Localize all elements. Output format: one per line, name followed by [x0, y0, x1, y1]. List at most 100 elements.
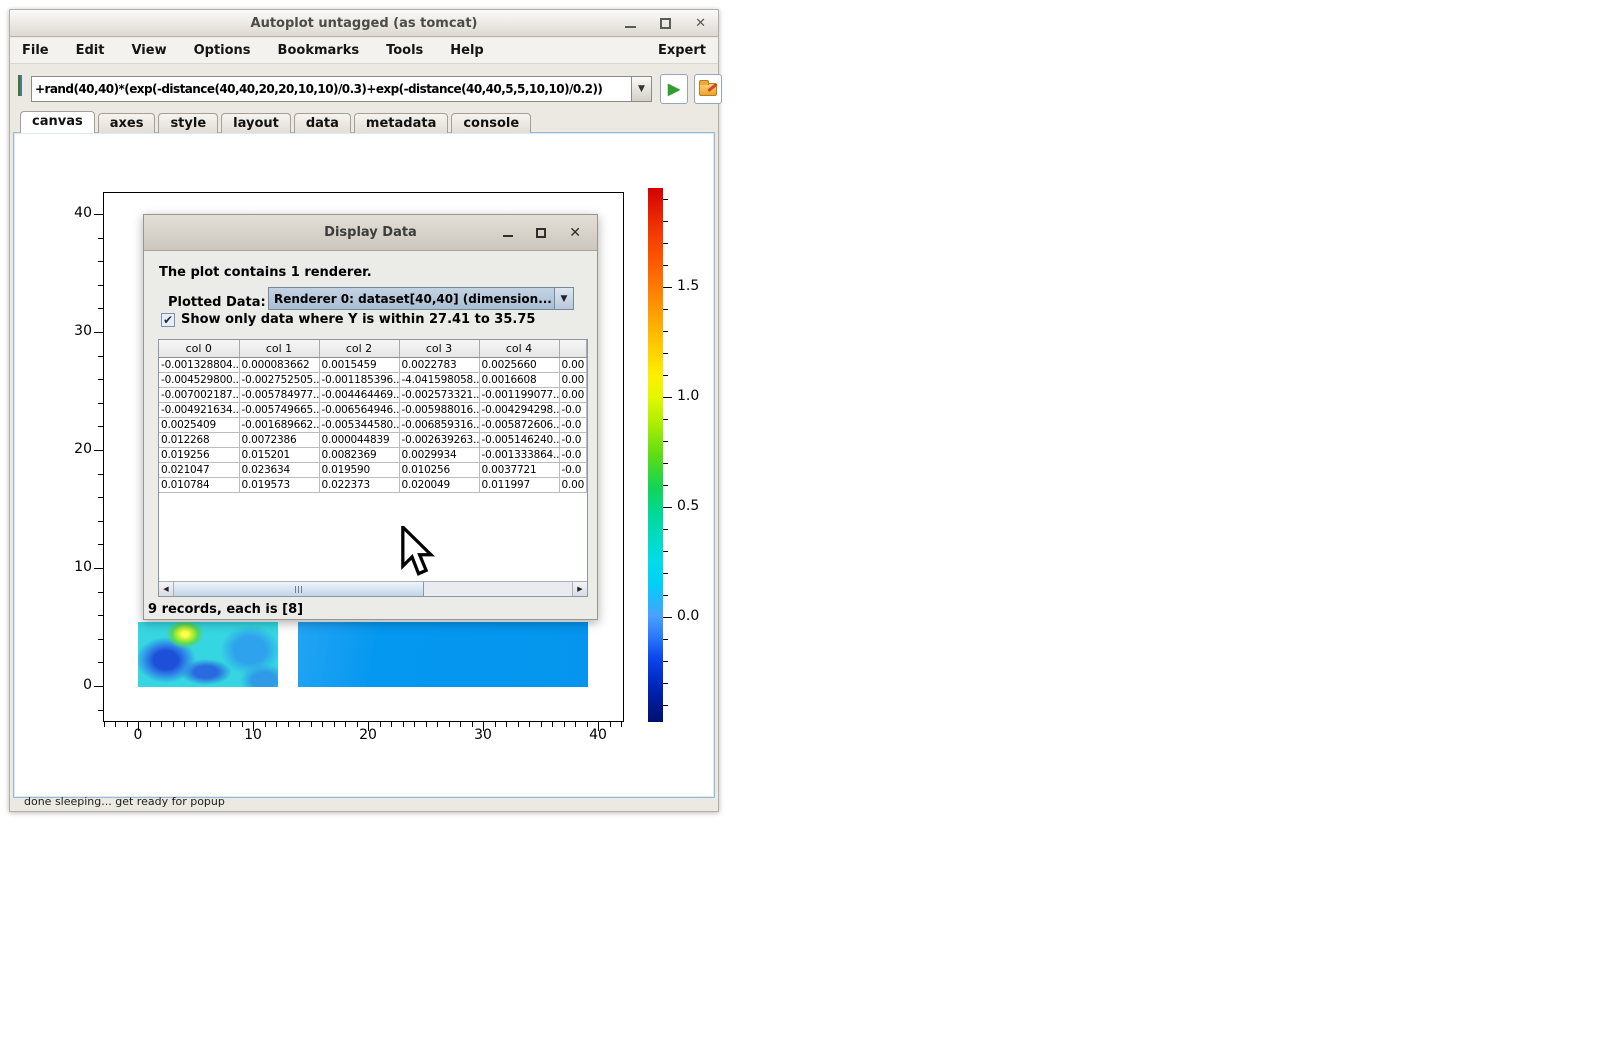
- filter-checkbox[interactable]: ✔: [161, 313, 175, 327]
- table-cell[interactable]: 0.0016608: [479, 372, 559, 387]
- table-cell[interactable]: 0.011997: [479, 477, 559, 492]
- uri-input[interactable]: [31, 76, 632, 102]
- table-row[interactable]: -0.004529800...-0.002752505...-0.0011853…: [159, 372, 587, 387]
- table-row[interactable]: 0.0122680.00723860.000044839-0.002639263…: [159, 432, 587, 447]
- menu-file[interactable]: File: [22, 43, 49, 58]
- heatmap-region-right[interactable]: [298, 622, 588, 687]
- table-cell[interactable]: 0.0082369: [319, 447, 399, 462]
- table-cell[interactable]: -0.004464469...: [319, 387, 399, 402]
- table-cell[interactable]: 0.010256: [399, 462, 479, 477]
- data-table-viewport[interactable]: col 0col 1col 2col 3col 4 -0.001328804..…: [159, 340, 587, 581]
- table-cell[interactable]: -0.002639263...: [399, 432, 479, 447]
- title-bar[interactable]: Autoplot untagged (as tomcat) ✕: [10, 10, 718, 37]
- table-cell[interactable]: 0.00: [559, 387, 587, 402]
- table-cell[interactable]: -0.004294298...: [479, 402, 559, 417]
- table-row[interactable]: -0.001328804...0.0000836620.00154590.002…: [159, 357, 587, 372]
- scroll-left-button[interactable]: ◀: [159, 582, 174, 596]
- plotted-data-select[interactable]: Renderer 0: dataset[40,40] (dimension...…: [268, 287, 574, 310]
- menu-bookmarks[interactable]: Bookmarks: [278, 43, 360, 58]
- tab-metadata[interactable]: metadata: [354, 113, 448, 133]
- heatmap-region-left[interactable]: [138, 622, 278, 687]
- table-cell[interactable]: -0.005146240...: [479, 432, 559, 447]
- table-cell[interactable]: 0.0072386: [239, 432, 319, 447]
- table-cell[interactable]: -0.005988016...: [399, 402, 479, 417]
- table-cell[interactable]: -0.007002187...: [159, 387, 239, 402]
- table-cell[interactable]: 0.020049: [399, 477, 479, 492]
- tab-console[interactable]: console: [451, 113, 531, 133]
- table-column-header[interactable]: col 2: [319, 340, 399, 357]
- table-cell[interactable]: -0.002573321...: [399, 387, 479, 402]
- table-cell[interactable]: 0.0025409: [159, 417, 239, 432]
- table-cell[interactable]: 0.010784: [159, 477, 239, 492]
- minimize-icon[interactable]: [625, 20, 636, 28]
- menu-edit[interactable]: Edit: [76, 43, 105, 58]
- table-cell[interactable]: -0.005749665...: [239, 402, 319, 417]
- dialog-title-bar[interactable]: Display Data ✕: [144, 215, 597, 251]
- table-cell[interactable]: 0.015201: [239, 447, 319, 462]
- colorbar[interactable]: [648, 188, 663, 722]
- table-row[interactable]: 0.0107840.0195730.0223730.0200490.011997…: [159, 477, 587, 492]
- table-cell[interactable]: -0.005872606...: [479, 417, 559, 432]
- tab-data[interactable]: data: [294, 113, 351, 133]
- maximize-icon[interactable]: [660, 18, 671, 29]
- table-cell[interactable]: -0.005784977...: [239, 387, 319, 402]
- table-cell[interactable]: 0.0015459: [319, 357, 399, 372]
- menu-view[interactable]: View: [131, 43, 166, 58]
- table-row[interactable]: -0.007002187...-0.005784977...-0.0044644…: [159, 387, 587, 402]
- table-cell[interactable]: -0.006564946...: [319, 402, 399, 417]
- table-cell[interactable]: 0.019256: [159, 447, 239, 462]
- table-column-header[interactable]: col 1: [239, 340, 319, 357]
- table-cell[interactable]: -4.041598058...: [399, 372, 479, 387]
- open-file-button[interactable]: [694, 74, 722, 104]
- tab-style[interactable]: style: [158, 113, 218, 133]
- table-cell[interactable]: -0.001185396...: [319, 372, 399, 387]
- table-cell[interactable]: -0.004921634...: [159, 402, 239, 417]
- table-row[interactable]: -0.004921634...-0.005749665...-0.0065649…: [159, 402, 587, 417]
- go-button[interactable]: ▶: [660, 74, 688, 104]
- menu-tools[interactable]: Tools: [386, 43, 423, 58]
- table-cell[interactable]: -0.006859316...: [399, 417, 479, 432]
- close-icon[interactable]: ✕: [695, 18, 706, 29]
- menu-options[interactable]: Options: [194, 43, 251, 58]
- table-cell[interactable]: -0.005344580...: [319, 417, 399, 432]
- expert-mode-label[interactable]: Expert: [658, 43, 706, 58]
- table-cell[interactable]: -0.0: [559, 417, 587, 432]
- table-cell[interactable]: 0.00: [559, 357, 587, 372]
- table-row[interactable]: 0.0192560.0152010.00823690.0029934-0.001…: [159, 447, 587, 462]
- horizontal-scrollbar[interactable]: ◀ ▶: [159, 581, 587, 596]
- dialog-maximize-icon[interactable]: [536, 228, 546, 238]
- table-cell[interactable]: -0.0: [559, 447, 587, 462]
- dialog-close-icon[interactable]: ✕: [569, 228, 581, 238]
- tab-canvas[interactable]: canvas: [20, 111, 95, 133]
- combo-arrow-button[interactable]: ▼: [554, 288, 573, 309]
- table-cell[interactable]: 0.0022783: [399, 357, 479, 372]
- table-cell[interactable]: 0.019590: [319, 462, 399, 477]
- table-cell[interactable]: -0.001689662...: [239, 417, 319, 432]
- table-cell[interactable]: 0.0037721: [479, 462, 559, 477]
- scrollbar-thumb[interactable]: [174, 582, 424, 596]
- scrollbar-track[interactable]: [174, 582, 572, 596]
- table-cell[interactable]: 0.0029934: [399, 447, 479, 462]
- dialog-minimize-icon[interactable]: [503, 230, 513, 237]
- tab-axes[interactable]: axes: [98, 113, 156, 133]
- table-cell[interactable]: 0.00: [559, 477, 587, 492]
- table-cell[interactable]: -0.0: [559, 462, 587, 477]
- table-column-header[interactable]: col 4: [479, 340, 559, 357]
- table-cell[interactable]: -0.004529800...: [159, 372, 239, 387]
- table-cell[interactable]: 0.0025660: [479, 357, 559, 372]
- tab-layout[interactable]: layout: [221, 113, 291, 133]
- table-cell[interactable]: 0.000083662: [239, 357, 319, 372]
- scroll-right-button[interactable]: ▶: [572, 582, 587, 596]
- table-cell[interactable]: 0.019573: [239, 477, 319, 492]
- table-cell[interactable]: 0.023634: [239, 462, 319, 477]
- table-cell[interactable]: -0.001199077...: [479, 387, 559, 402]
- table-cell[interactable]: 0.012268: [159, 432, 239, 447]
- table-row[interactable]: 0.0210470.0236340.0195900.0102560.003772…: [159, 462, 587, 477]
- table-column-header[interactable]: col 3: [399, 340, 479, 357]
- table-cell[interactable]: -0.001333864...: [479, 447, 559, 462]
- table-cell[interactable]: -0.001328804...: [159, 357, 239, 372]
- table-cell[interactable]: 0.021047: [159, 462, 239, 477]
- table-column-header[interactable]: [559, 340, 587, 357]
- table-cell[interactable]: 0.00: [559, 372, 587, 387]
- table-cell[interactable]: 0.022373: [319, 477, 399, 492]
